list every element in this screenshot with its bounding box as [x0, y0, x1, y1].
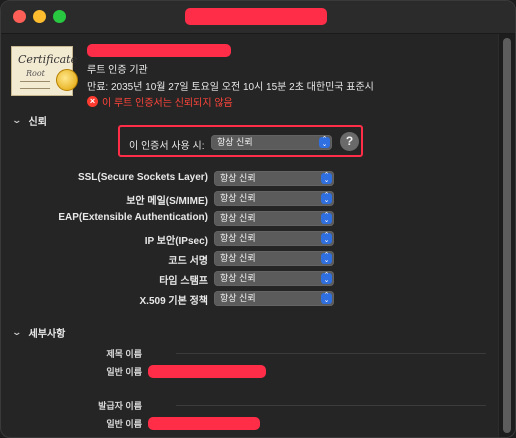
help-button[interactable]: ? — [340, 132, 359, 151]
certificate-content: Certificate Root 루트 인증 기관 만료: 2035년 10월 … — [1, 34, 498, 437]
details-section-header[interactable]: ⌄ 세부사항 — [11, 325, 66, 340]
policy-value: 항상 신뢰 — [220, 213, 256, 223]
policy-select-eap[interactable]: 항상 신뢰 ⌃ ⌄ — [214, 211, 334, 226]
close-button[interactable] — [13, 10, 26, 23]
certificate-name-redacted — [87, 44, 231, 57]
certificate-window: Certificate Root 루트 인증 기관 만료: 2035년 10월 … — [0, 0, 516, 438]
policy-value: 항상 신뢰 — [220, 173, 256, 183]
zoom-button[interactable] — [53, 10, 66, 23]
chevron-down-icon: ⌄ — [11, 327, 23, 337]
when-using-value: 항상 신뢰 — [217, 137, 253, 147]
chevron-updown-icon: ⌃ ⌄ — [321, 232, 332, 244]
certificate-kind: 루트 인증 기관 — [87, 65, 148, 76]
policy-select-x509[interactable]: 항상 신뢰 ⌃ ⌄ — [214, 291, 334, 306]
policy-label-x509: X.509 기본 정책 — [139, 296, 209, 307]
minimize-button[interactable] — [33, 10, 46, 23]
policy-select-code-signing[interactable]: 항상 신뢰 ⌃ ⌄ — [214, 251, 334, 266]
policy-label-timestamp: 타임 스탬프 — [159, 276, 208, 287]
policy-select-ssl[interactable]: 항상 신뢰 ⌃ ⌄ — [214, 171, 334, 186]
trust-warning: × 이 루트 인증서는 신뢰되지 않음 — [87, 94, 233, 109]
chevron-updown-icon: ⌃ ⌄ — [321, 212, 332, 224]
window-title-redacted — [185, 8, 327, 25]
when-using-select[interactable]: 항상 신뢰 ⌃ ⌄ — [211, 135, 332, 150]
chevron-updown-icon: ⌃ ⌄ — [319, 136, 330, 148]
issuer-common-name-redacted — [148, 417, 260, 430]
subject-common-name-redacted — [148, 365, 266, 378]
issuer-divider — [176, 405, 486, 406]
title-bar — [1, 1, 515, 34]
policy-label-ipsec: IP 보안(IPsec) — [144, 236, 208, 247]
chevron-updown-icon: ⌃ ⌄ — [321, 272, 332, 284]
subject-name-title: 제목 이름 — [106, 349, 142, 359]
details-section-title: 세부사항 — [28, 329, 66, 340]
policy-label-ssl: SSL(Secure Sockets Layer) — [77, 172, 208, 183]
chevron-updown-icon: ⌃ ⌄ — [321, 192, 332, 204]
trust-section-title: 신뢰 — [28, 117, 47, 128]
vertical-scrollbar[interactable] — [498, 34, 515, 437]
certificate-icon: Certificate Root — [11, 46, 78, 96]
issuer-name-title: 발급자 이름 — [98, 401, 142, 411]
subject-divider — [176, 353, 486, 354]
policy-value: 항상 신뢰 — [220, 253, 256, 263]
policy-value: 항상 신뢰 — [220, 193, 256, 203]
chevron-updown-icon: ⌃ ⌄ — [321, 292, 332, 304]
policy-select-timestamp[interactable]: 항상 신뢰 ⌃ ⌄ — [214, 271, 334, 286]
certificate-icon-lines — [20, 81, 50, 89]
subject-common-name-label: 일반 이름 — [106, 367, 142, 377]
policy-select-smime[interactable]: 항상 신뢰 ⌃ ⌄ — [214, 191, 334, 206]
scrollbar-thumb[interactable] — [503, 38, 511, 433]
certificate-expiry: 만료: 2035년 10월 27일 토요일 오전 10시 15분 2초 대한민국… — [87, 82, 374, 93]
policy-value: 항상 신뢰 — [220, 273, 256, 283]
chevron-updown-icon: ⌃ ⌄ — [321, 252, 332, 264]
error-icon: × — [87, 96, 98, 107]
policy-label-eap: EAP(Extensible Authentication) — [58, 212, 208, 223]
policy-value: 항상 신뢰 — [220, 293, 256, 303]
when-using-label: 이 인증서 사용 시: — [129, 141, 205, 152]
policy-value: 항상 신뢰 — [220, 233, 256, 243]
policy-label-smime: 보안 메일(S/MIME) — [126, 196, 208, 207]
certificate-icon-subtitle: Root — [26, 69, 45, 78]
trust-warning-text: 이 루트 인증서는 신뢰되지 않음 — [102, 98, 233, 109]
issuer-common-name-label: 일반 이름 — [106, 419, 142, 429]
chevron-down-icon: ⌄ — [11, 115, 23, 125]
policy-select-ipsec[interactable]: 항상 신뢰 ⌃ ⌄ — [214, 231, 334, 246]
certificate-icon-title: Certificate — [18, 53, 78, 66]
policy-label-code-signing: 코드 서명 — [168, 256, 208, 267]
chevron-updown-icon: ⌃ ⌄ — [321, 172, 332, 184]
trust-section-header[interactable]: ⌄ 신뢰 — [11, 113, 47, 128]
seal-icon — [56, 69, 78, 91]
